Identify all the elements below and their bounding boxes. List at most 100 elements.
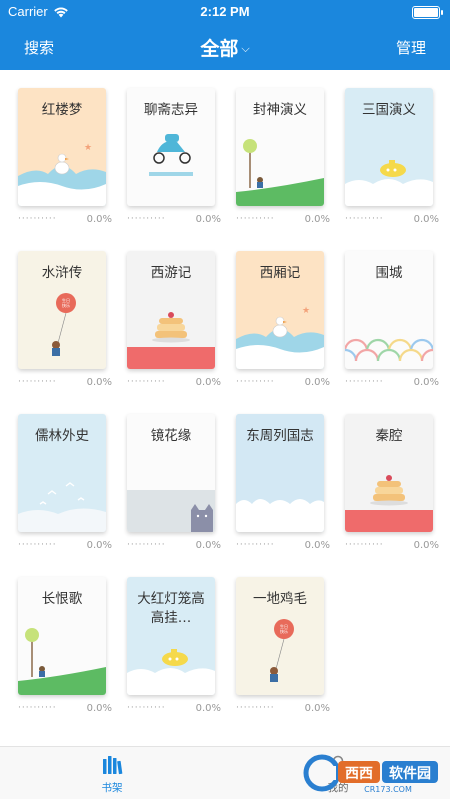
status-bar: Carrier 2:12 PM (0, 0, 450, 24)
svg-text:★: ★ (302, 306, 310, 316)
filter-dropdown[interactable]: 全部 ⌵ (0, 34, 450, 61)
progress-dots: ·········· (236, 377, 275, 387)
progress-dots: ·········· (18, 703, 57, 713)
book-cover[interactable]: 封神演义 (236, 88, 324, 206)
book-item[interactable]: 长恨歌 ·········· 0.0% (18, 577, 112, 714)
book-cover[interactable]: 儒林外史 (18, 414, 106, 532)
book-progress: ·········· 0.0% (127, 214, 221, 228)
tab-bookshelf[interactable]: 书架 (82, 753, 142, 795)
progress-dots: ·········· (345, 540, 384, 550)
progress-dots: ·········· (236, 214, 275, 224)
book-cover[interactable]: 镜花缘 (127, 414, 215, 532)
book-title: 水浒传 (41, 265, 83, 281)
chevron-down-icon: ⌵ (241, 42, 250, 55)
page-title: 全部 (200, 38, 239, 60)
book-item[interactable]: 西游记 ·········· 0.0% (127, 251, 221, 388)
book-cover[interactable]: 生日 快乐 水浒传 (18, 251, 106, 369)
svg-text:CR173.COM: CR173.COM (364, 785, 412, 794)
progress-dots: ·········· (236, 540, 275, 550)
tab-bookshelf-label: 书架 (101, 782, 123, 794)
book-item[interactable]: 封神演义 ·········· 0.0% (236, 88, 330, 225)
book-progress: ·········· 0.0% (236, 540, 330, 554)
progress-percent: 0.0% (195, 377, 221, 388)
progress-dots: ·········· (345, 377, 384, 387)
book-item[interactable]: 生日 快乐 水浒传 ·········· 0.0% (18, 251, 112, 388)
book-progress: ·········· 0.0% (345, 377, 439, 391)
progress-percent: 0.0% (195, 214, 221, 225)
nav-bar: 搜索 全部 ⌵ 管理 (0, 30, 450, 64)
progress-percent: 0.0% (304, 703, 330, 714)
book-title: 长恨歌 (41, 591, 83, 607)
manage-button[interactable]: 管理 (396, 37, 426, 58)
book-title: 大红灯笼高高挂… (137, 591, 205, 626)
progress-percent: 0.0% (413, 377, 439, 388)
status-time: 2:12 PM (200, 4, 250, 19)
battery-icon (412, 6, 443, 19)
book-item[interactable]: 大红灯笼高高挂… ·········· 0.0% (127, 577, 221, 714)
svg-text:快乐: 快乐 (62, 302, 70, 308)
book-title: 一地鸡毛 (253, 591, 307, 607)
book-item[interactable]: 三国演义 ·········· 0.0% (345, 88, 439, 225)
book-cover[interactable]: 东周列国志 (236, 414, 324, 532)
book-progress: ·········· 0.0% (127, 703, 221, 717)
book-cover[interactable]: ★ 红楼梦 (18, 88, 106, 206)
book-title: 镜花缘 (150, 428, 192, 444)
book-progress: ·········· 0.0% (18, 703, 112, 717)
book-cover[interactable]: 生日 快乐 一地鸡毛 (236, 577, 324, 695)
book-title: 三国演义 (362, 102, 416, 118)
book-progress: ·········· 0.0% (127, 540, 221, 554)
book-cover[interactable]: 三国演义 (345, 88, 433, 206)
book-title: 围城 (375, 265, 403, 281)
svg-text:快乐: 快乐 (280, 628, 288, 634)
progress-dots: ·········· (345, 214, 384, 224)
book-cover[interactable]: 聊斋志异 (127, 88, 215, 206)
progress-percent: 0.0% (86, 540, 112, 551)
book-progress: ·········· 0.0% (236, 703, 330, 717)
progress-dots: ·········· (236, 703, 275, 713)
book-title: 西厢记 (259, 265, 301, 281)
progress-dots: ·········· (18, 214, 57, 224)
svg-text:★: ★ (84, 143, 92, 153)
site-watermark: 西西 软件园 CR173.COM (303, 754, 438, 794)
progress-dots: ·········· (127, 703, 166, 713)
book-progress: ·········· 0.0% (18, 377, 112, 391)
book-title: 儒林外史 (35, 428, 89, 444)
book-progress: ·········· 0.0% (345, 214, 439, 228)
book-item[interactable]: ★ 红楼梦 ·········· 0.0% (18, 88, 112, 225)
progress-percent: 0.0% (86, 214, 112, 225)
progress-percent: 0.0% (304, 214, 330, 225)
book-cover[interactable]: 大红灯笼高高挂… (127, 577, 215, 695)
book-progress: ·········· 0.0% (18, 540, 112, 554)
book-progress: ·········· 0.0% (236, 377, 330, 391)
book-title: 西游记 (150, 265, 192, 281)
progress-dots: ·········· (127, 214, 166, 224)
book-title: 封神演义 (253, 102, 307, 118)
progress-percent: 0.0% (304, 540, 330, 551)
book-item[interactable]: 围城 ·········· 0.0% (345, 251, 439, 388)
book-item[interactable]: 聊斋志异 ·········· 0.0% (127, 88, 221, 225)
book-item[interactable]: 生日 快乐 一地鸡毛 ·········· 0.0% (236, 577, 330, 714)
book-title: 秦腔 (375, 428, 403, 444)
book-item[interactable]: 镜花缘 ·········· 0.0% (127, 414, 221, 551)
bookshelf-icon (103, 756, 123, 775)
book-cover[interactable]: 长恨歌 (18, 577, 106, 695)
progress-dots: ·········· (127, 540, 166, 550)
book-cover[interactable]: ★ 西厢记 (236, 251, 324, 369)
book-title: 聊斋志异 (144, 102, 198, 118)
svg-text:西西: 西西 (345, 766, 373, 782)
top-bar: Carrier 2:12 PM 搜索 全部 ⌵ 管理 (0, 0, 450, 70)
progress-percent: 0.0% (195, 703, 221, 714)
book-item[interactable]: ★ 西厢记 ·········· 0.0% (236, 251, 330, 388)
book-cover[interactable]: 秦腔 (345, 414, 433, 532)
progress-percent: 0.0% (195, 540, 221, 551)
progress-dots: ·········· (18, 377, 57, 387)
book-progress: ·········· 0.0% (236, 214, 330, 228)
book-cover[interactable]: 围城 (345, 251, 433, 369)
book-cover[interactable]: 西游记 (127, 251, 215, 369)
book-item[interactable]: 儒林外史 ·········· 0.0% (18, 414, 112, 551)
book-item[interactable]: 东周列国志 ·········· 0.0% (236, 414, 330, 551)
book-progress: ·········· 0.0% (127, 377, 221, 391)
svg-text:软件园: 软件园 (389, 765, 431, 782)
progress-percent: 0.0% (86, 377, 112, 388)
book-item[interactable]: 秦腔 ·········· 0.0% (345, 414, 439, 551)
